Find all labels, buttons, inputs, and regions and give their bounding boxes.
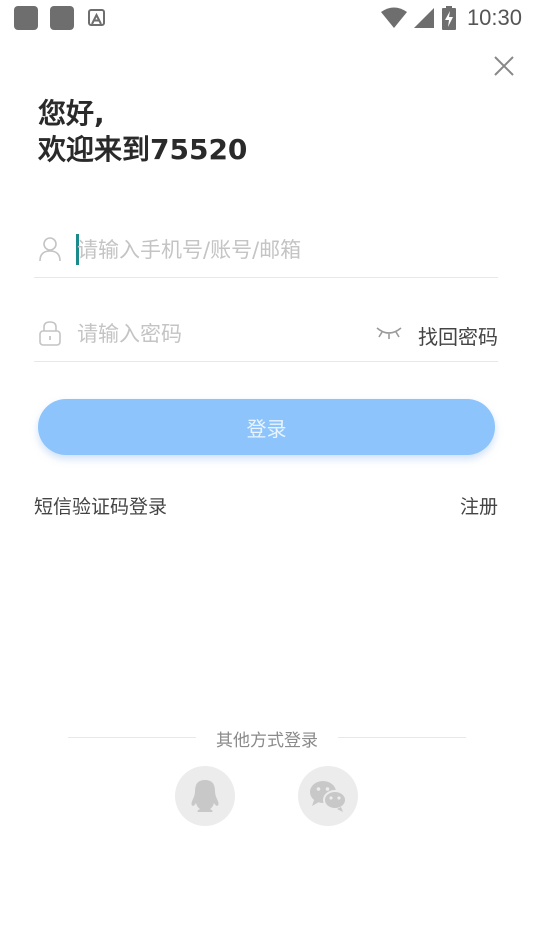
signal-icon xyxy=(413,8,434,28)
divider-right xyxy=(338,737,466,738)
greeting-line2: 欢迎来到75520 xyxy=(38,133,248,166)
login-button[interactable]: 登录 xyxy=(38,399,495,455)
close-icon xyxy=(494,56,514,76)
qq-icon xyxy=(191,780,219,812)
other-login-label: 其他方式登录 xyxy=(216,731,318,751)
lock-icon xyxy=(39,321,61,346)
wechat-icon xyxy=(310,781,347,812)
user-icon xyxy=(39,237,61,262)
account-field xyxy=(34,222,498,278)
password-visibility-toggle[interactable] xyxy=(374,322,404,342)
status-bar: 10:30 xyxy=(0,0,534,36)
app-square-icon xyxy=(50,6,74,30)
clock-time: 10:30 xyxy=(466,5,522,30)
greeting-line1: 您好, xyxy=(38,97,105,130)
app-square-icon xyxy=(14,6,38,30)
register-link[interactable]: 注册 xyxy=(460,492,498,519)
wechat-login-button[interactable] xyxy=(298,766,358,826)
status-right: 10:30 xyxy=(380,3,522,33)
sms-login-link[interactable]: 短信验证码登录 xyxy=(34,492,167,519)
a-letter-icon xyxy=(88,9,105,26)
account-input[interactable] xyxy=(77,232,377,268)
qq-login-button[interactable] xyxy=(175,766,235,826)
eye-closed-icon xyxy=(376,327,402,339)
divider-left xyxy=(68,737,196,738)
login-screen: 10:30 您好, 欢迎来到75520 请输入手机号/账号/邮箱 找回密码 登录… xyxy=(0,0,534,950)
close-button[interactable] xyxy=(488,50,520,82)
password-input[interactable] xyxy=(77,316,367,352)
forgot-password-link[interactable]: 找回密码 xyxy=(418,321,498,350)
password-field: 找回密码 xyxy=(34,306,498,362)
greeting-title: 您好, 欢迎来到75520 xyxy=(38,96,247,168)
battery-charging-icon xyxy=(441,6,456,30)
wifi-icon xyxy=(380,7,407,28)
